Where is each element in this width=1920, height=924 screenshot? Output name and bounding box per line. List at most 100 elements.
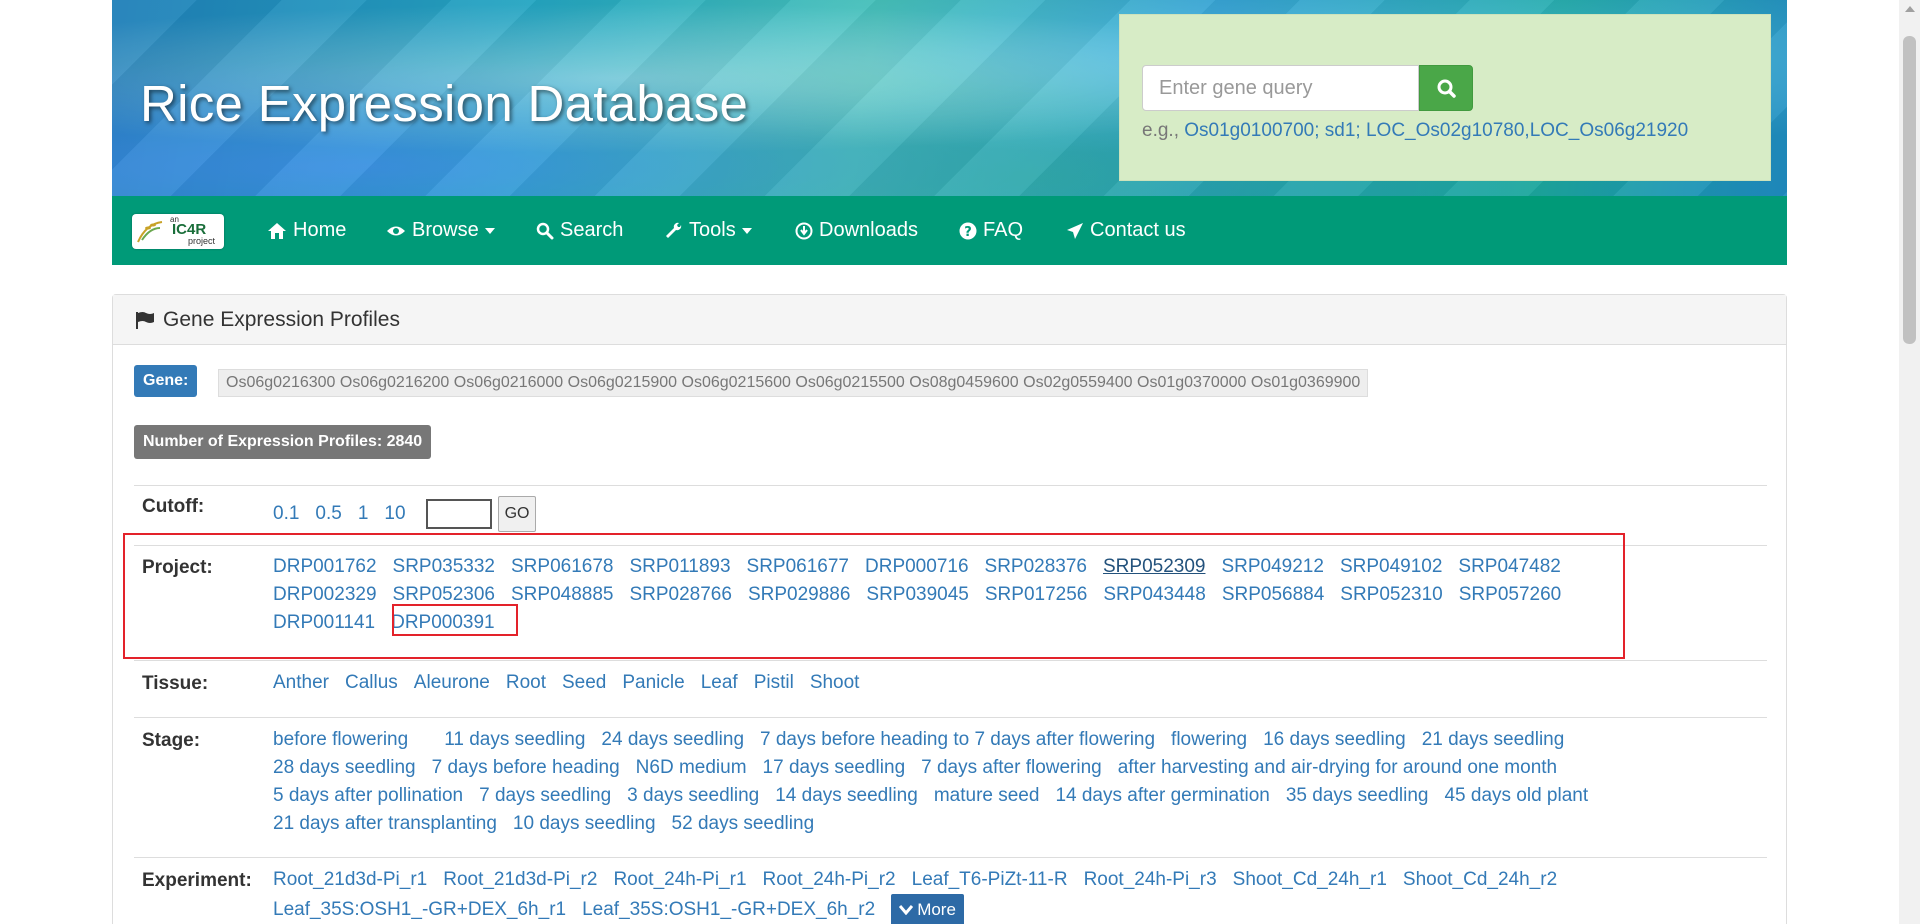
search-icon bbox=[1437, 79, 1456, 98]
home-icon bbox=[268, 222, 286, 239]
stage-link[interactable]: after harvesting and air-drying for arou… bbox=[1118, 757, 1557, 778]
ic4r-logo[interactable]: an IC4R project bbox=[132, 214, 224, 249]
example-link[interactable]: sd1; bbox=[1325, 120, 1361, 141]
send-icon bbox=[1067, 222, 1083, 239]
stage-link[interactable]: 24 days seedling bbox=[601, 729, 744, 750]
stage-link[interactable]: 7 days before heading bbox=[432, 757, 620, 778]
nav-label: Downloads bbox=[819, 219, 918, 241]
stage-row: Stage: before flowering 11 days seedling 2… bbox=[134, 717, 1767, 858]
search-button[interactable] bbox=[1419, 65, 1473, 111]
more-button[interactable]: More bbox=[891, 894, 964, 924]
project-item-highlight-box bbox=[392, 604, 518, 636]
stage-link[interactable]: 7 days after flowering bbox=[921, 757, 1102, 778]
cutoff-option[interactable]: 10 bbox=[384, 503, 405, 524]
tissue-link[interactable]: Aleurone bbox=[414, 672, 490, 693]
experiment-link[interactable]: Root_24h-Pi_r2 bbox=[763, 869, 896, 890]
experiment-link[interactable]: Root_24h-Pi_r3 bbox=[1084, 869, 1217, 890]
experiment-link[interactable]: Root_21d3d-Pi_r1 bbox=[273, 869, 427, 890]
stage-link[interactable]: 14 days after germination bbox=[1055, 785, 1269, 806]
experiment-link[interactable]: Root_24h-Pi_r1 bbox=[613, 869, 746, 890]
tissue-link[interactable]: Callus bbox=[345, 672, 398, 693]
gene-query-input[interactable] bbox=[1142, 65, 1419, 111]
stage-line: 28 days seedling 7 days before heading N6D… bbox=[273, 754, 1753, 782]
stage-link[interactable]: 3 days seedling bbox=[627, 785, 759, 806]
stage-label: Stage: bbox=[142, 730, 201, 751]
tissue-label: Tissue: bbox=[142, 673, 209, 694]
stage-link[interactable]: 45 days old plant bbox=[1444, 785, 1588, 806]
stage-values: before flowering 11 days seedling 24 days … bbox=[273, 726, 1753, 838]
cutoff-option[interactable]: 0.5 bbox=[315, 503, 341, 524]
stage-link[interactable]: 21 days seedling bbox=[1422, 729, 1565, 750]
vertical-scrollbar[interactable] bbox=[1899, 0, 1920, 924]
more-label: More bbox=[917, 900, 956, 919]
example-link[interactable]: LOC_Os02g10780,LOC_Os06g21920 bbox=[1366, 120, 1688, 141]
experiment-link[interactable]: Root_21d3d-Pi_r2 bbox=[443, 869, 597, 890]
gene-list: Os06g0216300 Os06g0216200 Os06g0216000 O… bbox=[218, 369, 1369, 397]
stage-link[interactable]: mature seed bbox=[934, 785, 1040, 806]
tissue-link[interactable]: Seed bbox=[562, 672, 606, 693]
stage-link[interactable]: 52 days seedling bbox=[672, 813, 815, 834]
tissue-link[interactable]: Panicle bbox=[622, 672, 684, 693]
chevron-down-icon bbox=[899, 905, 914, 915]
nav-home[interactable]: Home bbox=[267, 196, 346, 265]
scroll-up-arrow-icon[interactable] bbox=[1905, 6, 1915, 12]
cutoff-option[interactable]: 0.1 bbox=[273, 503, 299, 524]
flag-icon bbox=[136, 311, 154, 329]
caret-down-icon bbox=[741, 227, 752, 234]
search-panel: e.g., Os01g0100700; sd1; LOC_Os02g10780,… bbox=[1119, 14, 1771, 181]
stage-link[interactable]: before flowering bbox=[273, 729, 408, 750]
nav-tools[interactable]: Tools bbox=[665, 196, 752, 265]
stage-link[interactable]: 10 days seedling bbox=[513, 813, 656, 834]
tissue-link[interactable]: Shoot bbox=[810, 672, 860, 693]
scroll-thumb[interactable] bbox=[1903, 36, 1916, 344]
expression-panel: Gene Expression Profiles Gene: Os06g0216… bbox=[112, 294, 1787, 924]
caret-down-icon bbox=[484, 227, 495, 234]
stage-link[interactable]: 16 days seedling bbox=[1263, 729, 1406, 750]
nav-browse[interactable]: Browse bbox=[386, 196, 495, 265]
tissue-link[interactable]: Root bbox=[506, 672, 546, 693]
wrench-icon bbox=[666, 222, 682, 238]
stage-link[interactable]: 11 days seedling bbox=[444, 729, 585, 750]
cutoff-label: Cutoff: bbox=[142, 496, 205, 517]
experiment-link[interactable]: Shoot_Cd_24h_r1 bbox=[1233, 869, 1387, 890]
experiment-link[interactable]: Leaf_35S:OSH1_-GR+DEX_6h_r1 bbox=[273, 899, 566, 920]
nav-contact[interactable]: Contact us bbox=[1066, 196, 1186, 265]
stage-link[interactable]: 17 days seedling bbox=[763, 757, 906, 778]
go-button[interactable]: GO bbox=[497, 496, 537, 532]
nav-search[interactable]: Search bbox=[536, 196, 623, 265]
header-banner: Rice Expression Database e.g., Os01g0100… bbox=[112, 0, 1787, 196]
stage-link[interactable]: 35 days seedling bbox=[1286, 785, 1429, 806]
stage-link[interactable]: N6D medium bbox=[636, 757, 747, 778]
experiment-values: Root_21d3d-Pi_r1 Root_21d3d-Pi_r2 Root_24h… bbox=[273, 866, 1773, 924]
experiment-link[interactable]: Leaf_T6-PiZt-11-R bbox=[912, 869, 1068, 890]
nav-label: Contact us bbox=[1090, 219, 1186, 241]
stage-link[interactable]: 21 days after transplanting bbox=[273, 813, 497, 834]
experiment-line: Leaf_35S:OSH1_-GR+DEX_6h_r1 Leaf_35S:OSH1… bbox=[273, 894, 1773, 924]
experiment-row: Experiment: Root_21d3d-Pi_r1 Root_21d3d-P… bbox=[134, 857, 1767, 924]
nav-faq[interactable]: ? FAQ bbox=[959, 196, 1023, 265]
page: Rice Expression Database e.g., Os01g0100… bbox=[0, 0, 1920, 924]
brand-sub: project bbox=[188, 236, 216, 246]
experiment-link[interactable]: Shoot_Cd_24h_r2 bbox=[1403, 869, 1557, 890]
stage-link[interactable]: 7 days seedling bbox=[479, 785, 611, 806]
stage-link[interactable]: flowering bbox=[1171, 729, 1247, 750]
profile-count-badge: Number of Expression Profiles: 2840 bbox=[134, 425, 432, 459]
stage-line: 21 days after transplanting 10 days seedl… bbox=[273, 810, 1753, 838]
tissue-link[interactable]: Pistil bbox=[754, 672, 794, 693]
stage-link[interactable]: 14 days seedling bbox=[775, 785, 918, 806]
stage-link[interactable]: 5 days after pollination bbox=[273, 785, 463, 806]
experiment-link[interactable]: Leaf_35S:OSH1_-GR+DEX_6h_r2 bbox=[582, 899, 875, 920]
cutoff-input[interactable] bbox=[425, 499, 492, 529]
nav-label: Tools bbox=[689, 219, 736, 241]
stage-link[interactable]: 28 days seedling bbox=[273, 757, 416, 778]
stage-link[interactable]: 7 days before heading to 7 days after fl… bbox=[760, 729, 1155, 750]
project-highlight-box bbox=[123, 533, 1625, 659]
cutoff-option[interactable]: 1 bbox=[358, 503, 369, 524]
gene-label: Gene: bbox=[134, 365, 198, 397]
example-link[interactable]: Os01g0100700; bbox=[1184, 120, 1319, 141]
main-container: Rice Expression Database e.g., Os01g0100… bbox=[112, 0, 1787, 924]
tissue-link[interactable]: Leaf bbox=[701, 672, 738, 693]
tissue-link[interactable]: Anther bbox=[273, 672, 329, 693]
nav-label: Home bbox=[293, 219, 347, 241]
nav-downloads[interactable]: Downloads bbox=[795, 196, 918, 265]
